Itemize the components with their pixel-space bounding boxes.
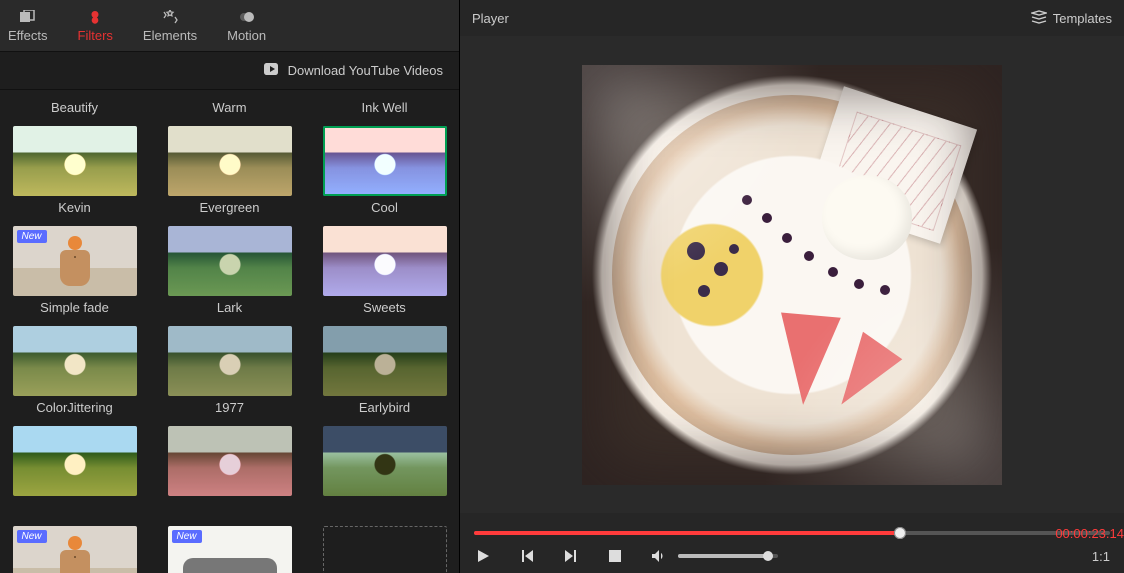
timeline[interactable]: 00:00:23.14	[460, 513, 1124, 539]
filter-thumbnail[interactable]	[168, 426, 292, 496]
new-badge: New	[17, 230, 47, 243]
tab-elements-label: Elements	[143, 28, 197, 43]
filter-item[interactable]: Evergreen	[161, 200, 298, 296]
time-readout: 00:00:23.14	[1055, 526, 1124, 541]
elements-icon	[161, 8, 179, 26]
volume-fill	[678, 554, 768, 558]
player-title: Player	[472, 11, 509, 26]
aspect-ratio-button[interactable]: 1:1	[1092, 549, 1110, 564]
filter-item[interactable]: Lark	[161, 300, 298, 396]
templates-button[interactable]: Templates	[1031, 10, 1112, 27]
player-controls: 1:1	[460, 539, 1124, 573]
filter-item[interactable]: Ink Well	[316, 100, 453, 196]
volume-button[interactable]	[650, 547, 668, 565]
filter-label: Cool	[371, 200, 398, 218]
filter-label: Warm	[212, 100, 246, 118]
filter-item[interactable]	[316, 500, 453, 573]
filter-item[interactable]: New	[6, 500, 143, 573]
timeline-progress	[474, 531, 900, 535]
tab-elements[interactable]: Elements	[135, 0, 219, 51]
stop-button[interactable]	[606, 547, 624, 565]
filters-icon	[87, 8, 103, 26]
filter-label: 1977	[215, 400, 244, 418]
new-badge: New	[172, 530, 202, 543]
filter-thumbnail[interactable]: New	[168, 526, 292, 573]
tab-effects-label: Effects	[8, 28, 48, 43]
filter-item[interactable]: ColorJittering	[6, 400, 143, 496]
download-icon	[262, 62, 280, 79]
filters-scroll[interactable]: Beautify Warm Ink Well Kevin New Evergreen Coo…	[0, 90, 459, 573]
motion-icon	[239, 8, 255, 26]
tab-filters-label: Filters	[78, 28, 113, 43]
filter-thumbnail[interactable]	[323, 526, 447, 573]
preview-image	[582, 65, 1002, 485]
filter-thumbnail[interactable]	[168, 126, 292, 196]
filter-label: Lark	[217, 300, 242, 318]
library-panel: Effects Filters Elements Motion	[0, 0, 460, 573]
filter-label: Simple fade	[40, 300, 109, 318]
filter-label: Sweets	[363, 300, 406, 318]
filter-label: Kevin	[58, 200, 91, 218]
player-panel: Player Templates	[460, 0, 1124, 573]
timeline-playhead[interactable]	[894, 527, 906, 539]
tab-effects[interactable]: Effects	[0, 0, 70, 51]
filter-item[interactable]: Beautify	[6, 100, 143, 196]
filter-thumbnail[interactable]	[323, 226, 447, 296]
filter-label: ColorJittering	[36, 400, 113, 418]
volume-knob[interactable]	[763, 551, 773, 561]
player-viewport	[460, 36, 1124, 513]
filter-thumbnail[interactable]	[13, 326, 137, 396]
tab-motion[interactable]: Motion	[219, 0, 288, 51]
filter-thumbnail[interactable]	[323, 126, 447, 196]
filter-label: Beautify	[51, 100, 98, 118]
filter-item[interactable]: Sweets	[316, 300, 453, 396]
filter-label: Ink Well	[362, 100, 408, 118]
filter-label: Evergreen	[200, 200, 260, 218]
filter-item[interactable]: Kevin New	[6, 200, 143, 296]
filter-item[interactable]: Warm	[161, 100, 298, 196]
player-header: Player Templates	[460, 0, 1124, 36]
next-frame-button[interactable]	[562, 547, 580, 565]
volume-slider[interactable]	[678, 554, 778, 558]
timeline-track[interactable]	[474, 531, 1110, 535]
filter-thumbnail[interactable]	[168, 226, 292, 296]
filter-thumbnail[interactable]: New	[13, 226, 137, 296]
tab-filters[interactable]: Filters	[70, 0, 135, 51]
filter-item[interactable]: Cool	[316, 200, 453, 296]
filter-thumbnail[interactable]	[168, 326, 292, 396]
filter-thumbnail[interactable]	[323, 426, 447, 496]
filter-item[interactable]: New	[161, 500, 298, 573]
filter-thumbnail[interactable]	[323, 326, 447, 396]
filter-item[interactable]: 1977	[161, 400, 298, 496]
effects-icon	[20, 8, 36, 26]
templates-icon	[1031, 10, 1047, 27]
templates-label: Templates	[1053, 11, 1112, 26]
prev-frame-button[interactable]	[518, 547, 536, 565]
filter-thumbnail[interactable]	[13, 126, 137, 196]
filter-item[interactable]: Simple fade	[6, 300, 143, 396]
download-youtube-videos[interactable]: Download YouTube Videos	[0, 52, 459, 90]
play-button[interactable]	[474, 547, 492, 565]
download-label: Download YouTube Videos	[288, 63, 443, 78]
filter-thumbnail[interactable]	[13, 426, 137, 496]
filter-item[interactable]: Earlybird	[316, 400, 453, 496]
filter-thumbnail[interactable]: New	[13, 526, 137, 573]
filters-grid: Beautify Warm Ink Well Kevin New Evergreen Coo…	[6, 100, 453, 573]
tab-motion-label: Motion	[227, 28, 266, 43]
new-badge: New	[17, 530, 47, 543]
filter-label: Earlybird	[359, 400, 410, 418]
library-tabs: Effects Filters Elements Motion	[0, 0, 459, 52]
